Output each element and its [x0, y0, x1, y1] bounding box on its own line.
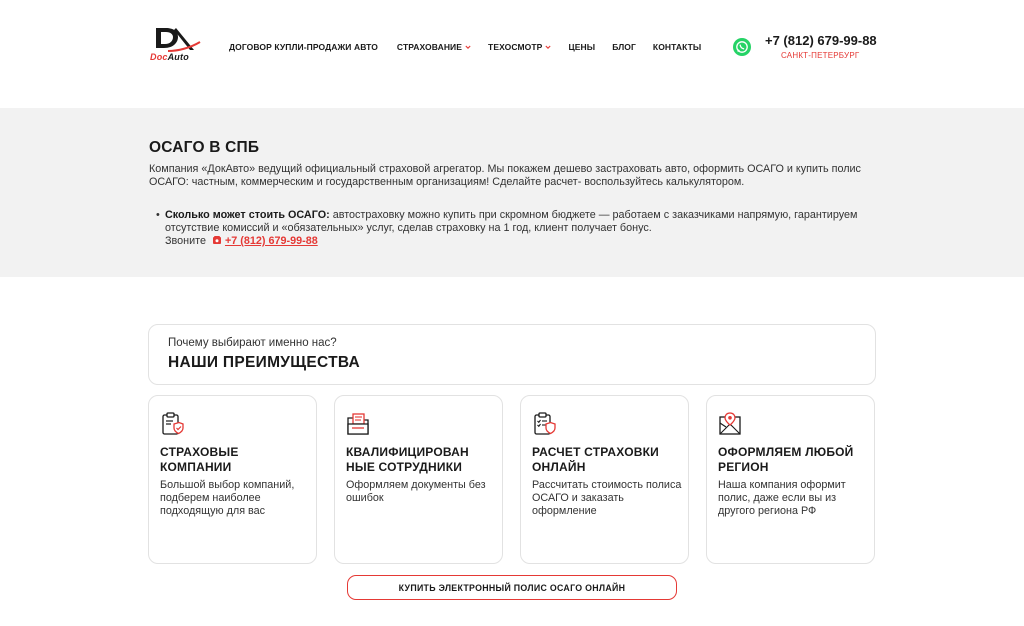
- nav-item[interactable]: ТЕХОСМОТР: [488, 42, 552, 52]
- insurance-document-icon: [162, 412, 184, 435]
- advantage-card-insurance: СТРАХОВЫЕ КОМПАНИИ Большой выбор компани…: [148, 395, 317, 564]
- card-title: РАСЧЕТ СТРАХОВКИ ОНЛАЙН: [532, 445, 659, 474]
- advantages-subtitle: Почему выбирают именно нас?: [168, 337, 337, 349]
- logo-mark-icon: [156, 28, 201, 52]
- list-item: Сколько может стоить ОСАГО: автостраховк…: [165, 209, 876, 248]
- map-pin-icon: [719, 412, 741, 435]
- intro-phone-link[interactable]: +7 (812) 679-99-88: [225, 235, 318, 247]
- nav-item[interactable]: ДОГОВОР КУПЛИ-ПРОДАЖИ АВТО: [229, 42, 378, 52]
- intro-bullet-list: • Сколько может стоить ОСАГО: автострахо…: [156, 209, 876, 248]
- folder-icon: [347, 413, 369, 435]
- nav-item-label: ЦЕНЫ: [568, 42, 596, 52]
- checklist-icon: [534, 412, 556, 435]
- advantages-cards: СТРАХОВЫЕ КОМПАНИИ Большой выбор компани…: [148, 395, 876, 565]
- site-header: DocAuto ДОГОВОР КУПЛИ-ПРОДАЖИ АВТО СТРАХО…: [0, 0, 1024, 108]
- header-phone-link[interactable]: +7 (812) 679-99-88: [765, 33, 877, 48]
- city-label: САНКТ-ПЕТЕРБУРГ: [781, 51, 860, 60]
- nav-item[interactable]: ЦЕНЫ: [568, 42, 595, 52]
- card-text: Большой выбор компаний, подберем наиболе…: [160, 479, 295, 517]
- intro-section: ОСАГО В СПБ Компания «ДокАвто» ведущий о…: [0, 108, 1024, 277]
- nav-item[interactable]: СТРАХОВАНИЕ: [397, 42, 471, 52]
- card-title: СТРАХОВЫЕ КОМПАНИИ: [160, 445, 239, 474]
- contact-block: +7 (812) 679-99-88 САНКТ-ПЕТЕРБУРГ: [733, 32, 883, 62]
- call-label: Звоните: [165, 235, 206, 247]
- card-title: КВАЛИФИЦИРОВАН НЫЕ СОТРУДНИКИ: [346, 445, 469, 474]
- chevron-down-icon: [545, 45, 552, 49]
- bullet-bold-text: Сколько может стоить ОСАГО:: [165, 209, 330, 221]
- buy-policy-button[interactable]: КУПИТЬ ЭЛЕКТРОННЫЙ ПОЛИС ОСАГО ОНЛАЙН: [347, 575, 677, 600]
- docauto-logo[interactable]: DocAuto: [150, 24, 202, 64]
- main-nav: ДОГОВОР КУПЛИ-ПРОДАЖИ АВТО СТРАХОВАНИЕ ТЕХ…: [229, 42, 701, 52]
- advantage-card-staff: КВАЛИФИЦИРОВАН НЫЕ СОТРУДНИКИ Оформляем …: [334, 395, 503, 564]
- logo-wordmark: DocAuto: [150, 52, 189, 62]
- card-title: ОФОРМЛЯЕМ ЛЮБОЙ РЕГИОН: [718, 445, 854, 474]
- phone-icon: [212, 236, 221, 244]
- nav-item[interactable]: КОНТАКТЫ: [653, 42, 701, 52]
- advantage-card-calculation: РАСЧЕТ СТРАХОВКИ ОНЛАЙН Рассчитать стоим…: [520, 395, 689, 564]
- nav-item-label: ТЕХОСМОТР: [488, 42, 543, 52]
- advantages-header: Почему выбирают именно нас? НАШИ ПРЕИМУЩ…: [148, 324, 876, 385]
- bullet-dot: •: [156, 209, 160, 221]
- card-text: Наша компания оформит полис, даже если в…: [718, 479, 846, 517]
- nav-item[interactable]: БЛОГ: [612, 42, 636, 52]
- chevron-down-icon: [465, 45, 471, 49]
- card-text: Рассчитать стоимость полиса ОСАГО и зака…: [532, 479, 682, 517]
- nav-item-label: СТРАХОВАНИЕ: [396, 42, 463, 52]
- intro-paragraph: Компания «ДокАвто» ведущий официальный с…: [149, 163, 861, 188]
- card-text: Оформляем документы без ошибок: [346, 479, 486, 504]
- nav-item-label: БЛОГ: [612, 42, 636, 52]
- whatsapp-icon[interactable]: [733, 38, 751, 56]
- advantages-title: НАШИ ПРЕИМУЩЕСТВА: [168, 354, 361, 371]
- nav-item-label: КОНТАКТЫ: [652, 42, 702, 52]
- page-title: ОСАГО В СПБ: [149, 139, 260, 156]
- advantage-card-region: ОФОРМЛЯЕМ ЛЮБОЙ РЕГИОН Наша компания офо…: [706, 395, 875, 564]
- nav-item-label: ДОГОВОР КУПЛИ-ПРОДАЖИ АВТО: [229, 42, 378, 52]
- call-line: Звоните +7 (812) 679-99-88: [165, 235, 876, 248]
